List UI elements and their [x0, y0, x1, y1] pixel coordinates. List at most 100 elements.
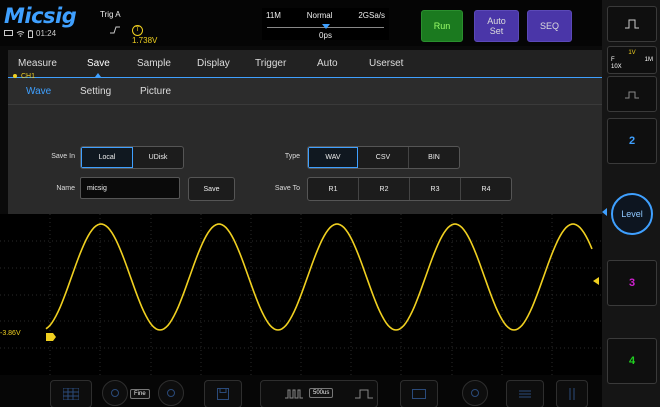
auto-set-label: Auto Set: [487, 16, 506, 36]
clock-time: 01:24: [36, 29, 57, 38]
wifi-icon: [16, 31, 25, 37]
save-to-r4[interactable]: R4: [461, 178, 511, 200]
tab-trigger[interactable]: Trigger: [255, 58, 286, 69]
menu-button[interactable]: [506, 380, 544, 407]
subtab-setting[interactable]: Setting: [80, 86, 111, 97]
tab-auto[interactable]: Auto: [317, 58, 338, 69]
ch4-button[interactable]: 4: [607, 338, 657, 384]
save-in-selector: Local UDisk: [80, 146, 184, 169]
trigger-level-icon: T: [132, 25, 143, 36]
menu-lines-icon: [519, 390, 531, 398]
timebase-narrow-icon: [285, 389, 303, 399]
trigger-level-marker[interactable]: [593, 277, 599, 285]
battery-icon: [28, 29, 33, 38]
acquisition-mode: Normal: [306, 11, 333, 20]
rising-edge-icon: [110, 26, 120, 34]
subtab-divider: [8, 104, 602, 105]
type-wav[interactable]: WAV: [308, 147, 358, 168]
tab-userset[interactable]: Userset: [369, 58, 403, 69]
save-in-udisk[interactable]: UDisk: [133, 147, 183, 168]
ch4-label: 4: [628, 355, 636, 367]
tab-sample[interactable]: Sample: [137, 58, 171, 69]
cursor-lines-icon: [569, 388, 575, 400]
impedance: 1M: [644, 57, 653, 63]
memory-depth: 11M: [266, 11, 281, 20]
pulse-icon: [625, 91, 639, 99]
ch1-trace: [45, 223, 593, 331]
sample-rate: 2GSa/s: [358, 11, 385, 20]
trigger-level-value: 1.738V: [132, 36, 158, 45]
channel-sidebar: 1V F 1M 10X 2 Level 3 4: [602, 0, 660, 407]
channel-dot: [13, 74, 17, 79]
subtab-wave[interactable]: Wave: [26, 86, 51, 97]
zoom-button[interactable]: [400, 380, 438, 407]
source-channel-label: CH1: [21, 73, 36, 80]
waveform-grid: [0, 214, 602, 375]
tab-measure[interactable]: Measure: [18, 58, 57, 69]
tab-save[interactable]: Save: [87, 58, 110, 69]
trigger-level: T1.738V: [132, 24, 160, 45]
grid-icon: [63, 388, 79, 400]
top-status-bar: Micsig 01:24 Trig A T1.738V 11M Normal 2…: [0, 0, 602, 46]
cursor-button[interactable]: [556, 380, 588, 407]
fine-mode-toggle[interactable]: Fine: [130, 389, 150, 399]
grid-view-button[interactable]: [50, 380, 92, 407]
system-status: 01:24: [4, 29, 56, 38]
time-offset: 0ps: [319, 31, 332, 40]
ch3-button[interactable]: 3: [607, 260, 657, 306]
save-button[interactable]: Save: [188, 177, 235, 201]
monitor-icon: [4, 30, 13, 36]
bottom-toolbar: Fine 500us: [0, 375, 602, 407]
save-screen-button[interactable]: [204, 380, 242, 407]
waveform-display[interactable]: [0, 214, 602, 375]
probe-ratio: 10X: [611, 64, 622, 70]
subtab-picture[interactable]: Picture: [140, 86, 171, 97]
auto-set-button[interactable]: Auto Set: [474, 10, 519, 42]
coupling: F: [611, 57, 615, 63]
acquisition-panel[interactable]: 11M Normal 2GSa/s 0ps: [262, 8, 389, 40]
trigger-title: Trig A: [100, 10, 121, 19]
volts-per-div: 1V: [628, 50, 636, 56]
ch3-label: 3: [628, 277, 636, 289]
run-button[interactable]: Run: [421, 10, 463, 42]
save-to-r2[interactable]: R2: [359, 178, 410, 200]
horizontal-position-button[interactable]: [462, 380, 488, 406]
ch2-label: 2: [628, 135, 636, 147]
square-wave-icon: [625, 19, 639, 29]
tab-display[interactable]: Display: [197, 58, 230, 69]
source-channel[interactable]: CH1: [13, 73, 35, 80]
brand-logo: Micsig: [4, 4, 77, 28]
coarse-right-button[interactable]: [158, 380, 184, 406]
seq-button[interactable]: SEQ: [527, 10, 572, 42]
timebase-control[interactable]: 500us: [260, 380, 378, 407]
type-selector: WAV CSV BIN: [307, 146, 460, 169]
name-input[interactable]: micsig: [80, 177, 180, 199]
trigger-status[interactable]: Trig A T1.738V: [100, 10, 160, 45]
math-wave-button[interactable]: [607, 76, 657, 112]
position-icon: [471, 389, 479, 397]
zoom-icon: [412, 389, 426, 399]
save-in-local[interactable]: Local: [81, 147, 133, 168]
timebase-wide-icon: [355, 389, 373, 399]
name-label: Name: [56, 185, 75, 192]
save-to-r3[interactable]: R3: [410, 178, 461, 200]
save-in-label: Save In: [51, 153, 75, 160]
oscilloscope-screen: Micsig 01:24 Trig A T1.738V 11M Normal 2…: [0, 0, 660, 407]
save-subtabs: Wave Setting Picture: [8, 78, 602, 104]
save-to-selector: R1 R2 R3 R4: [307, 177, 512, 201]
type-csv[interactable]: CSV: [358, 147, 409, 168]
level-pointer: [602, 208, 607, 216]
coarse-left-button[interactable]: [102, 380, 128, 406]
horizontal-position-marker: [322, 24, 330, 29]
level-button[interactable]: Level: [611, 193, 653, 235]
save-to-label: Save To: [274, 185, 300, 192]
rotate-right-icon: [167, 389, 175, 397]
rotate-left-icon: [111, 389, 119, 397]
channel-info[interactable]: 1V F 1M 10X: [607, 46, 657, 74]
type-bin[interactable]: BIN: [409, 147, 459, 168]
ch1-select-button[interactable]: [607, 6, 657, 42]
save-disk-icon: [217, 388, 229, 400]
save-to-r1[interactable]: R1: [308, 178, 359, 200]
ch2-button[interactable]: 2: [607, 118, 657, 164]
channel-offset-value: -3.86V: [0, 330, 21, 337]
